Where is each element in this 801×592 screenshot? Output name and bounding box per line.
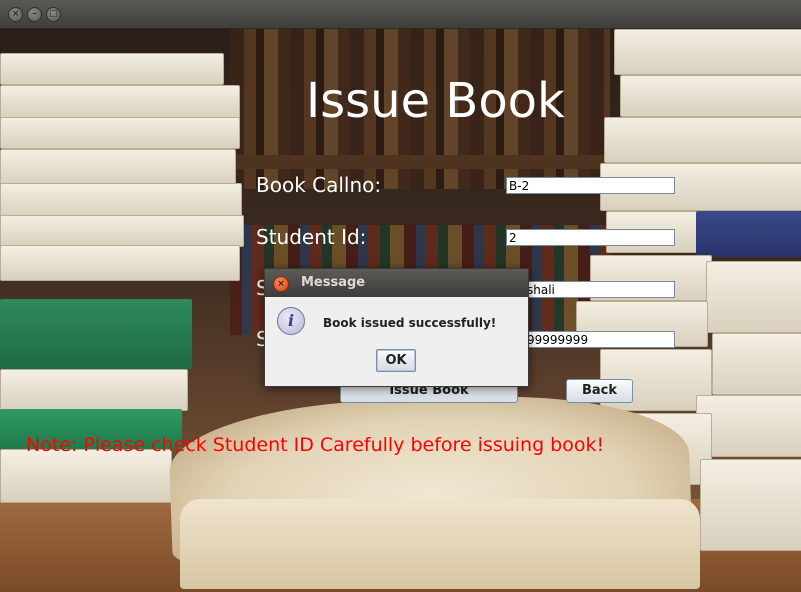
window-close-icon[interactable]: × xyxy=(8,7,23,22)
window-minimize-icon[interactable]: – xyxy=(27,7,42,22)
student-name-value: shali xyxy=(527,283,555,297)
back-button[interactable]: Back xyxy=(566,379,633,403)
student-contact-value: 99999999 xyxy=(527,333,589,347)
page-title: Issue Book xyxy=(306,73,565,129)
info-icon: i xyxy=(277,307,305,335)
book-callno-label: Book Callno: xyxy=(256,173,382,197)
ok-button[interactable]: OK xyxy=(376,349,416,372)
dialog-titlebar: × Message xyxy=(265,269,528,297)
student-id-label: Student Id: xyxy=(256,225,367,249)
student-name-input[interactable]: shali xyxy=(506,281,675,298)
dialog-title: Message xyxy=(301,275,366,290)
book-callno-input[interactable]: B-2 xyxy=(506,177,675,194)
student-id-input[interactable]: 2 xyxy=(506,229,675,246)
dialog-message: Book issued successfully! xyxy=(323,316,497,330)
window-maximize-icon[interactable]: □ xyxy=(46,7,61,22)
window-titlebar: × – □ xyxy=(0,0,801,29)
student-contact-input[interactable]: 99999999 xyxy=(506,331,675,348)
note-text: Note: Please check Student ID Carefully … xyxy=(26,434,605,456)
dialog-close-icon[interactable]: × xyxy=(273,276,289,292)
message-dialog: × Message i Book issued successfully! OK xyxy=(264,268,529,387)
